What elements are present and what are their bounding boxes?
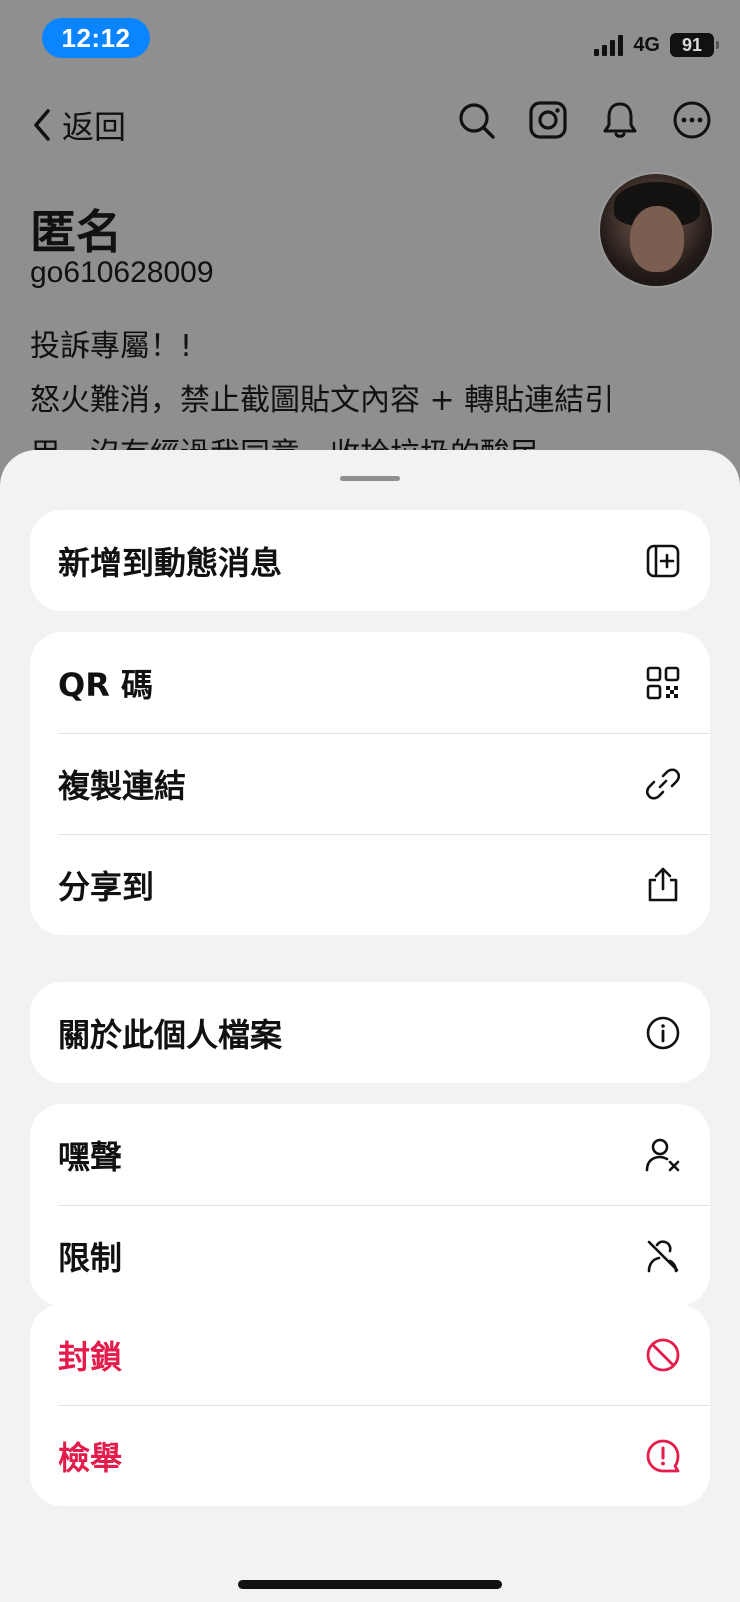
qr-code-button[interactable]: QR 碼 xyxy=(30,632,710,733)
share-icon xyxy=(644,866,682,904)
status-indicators: 4G 91 xyxy=(594,30,719,60)
block-icon xyxy=(644,1336,682,1374)
mute-user-icon xyxy=(644,1136,682,1174)
sheet-group-danger: 封鎖 檢舉 xyxy=(30,1304,710,1506)
sheet-group-about: 關於此個人檔案 xyxy=(30,982,710,1083)
back-button[interactable]: 返回 xyxy=(30,102,126,148)
more-icon[interactable] xyxy=(672,100,712,140)
home-indicator[interactable] xyxy=(238,1580,502,1589)
share-to-button[interactable]: 分享到 xyxy=(30,834,710,935)
row-label: 限制 xyxy=(58,1238,123,1277)
block-button[interactable]: 封鎖 xyxy=(30,1304,710,1405)
battery-level: 91 xyxy=(681,34,703,55)
restrict-button[interactable]: 限制 xyxy=(30,1205,710,1306)
add-feed-icon xyxy=(644,542,682,580)
nav-bar: 返回 xyxy=(0,96,740,156)
sheet-group-share: QR 碼 複製連結 分享到 xyxy=(30,632,710,935)
row-label: 分享到 xyxy=(58,867,155,906)
qr-code-icon xyxy=(644,664,682,702)
status-time: 12:12 xyxy=(42,18,150,58)
link-icon xyxy=(644,765,682,803)
profile-handle: go610628009 xyxy=(30,256,214,289)
sheet-group-moderation: 嘿聲 限制 xyxy=(30,1104,710,1306)
sheet-grabber[interactable] xyxy=(340,476,400,481)
report-icon xyxy=(644,1437,682,1475)
status-bar: 12:12 4G 91 xyxy=(0,0,740,80)
row-label: 複製連結 xyxy=(58,766,187,805)
row-label: 關於此個人檔案 xyxy=(58,1015,283,1054)
bio-line: 投訴專屬！! xyxy=(30,329,193,364)
add-to-feed-button[interactable]: 新增到動態消息 xyxy=(30,510,710,611)
action-sheet: 新增到動態消息 QR 碼 複製連結 分享到 關於此個人檔案 嘿聲 限制 封鎖 檢… xyxy=(0,450,740,1602)
bell-icon[interactable] xyxy=(600,100,640,140)
row-label: 封鎖 xyxy=(58,1337,123,1376)
search-icon[interactable] xyxy=(456,100,496,140)
battery-icon: 91 xyxy=(670,33,719,57)
network-type: 4G xyxy=(633,33,660,56)
instagram-icon[interactable] xyxy=(528,100,568,140)
chevron-left-icon xyxy=(34,109,50,141)
sheet-group-feed: 新增到動態消息 xyxy=(30,510,710,611)
back-label: 返回 xyxy=(62,108,127,146)
row-label: QR 碼 xyxy=(58,665,153,704)
copy-link-button[interactable]: 複製連結 xyxy=(30,733,710,834)
profile-name: 匿名 xyxy=(30,205,122,259)
row-label: 新增到動態消息 xyxy=(58,543,283,582)
about-profile-button[interactable]: 關於此個人檔案 xyxy=(30,982,710,1083)
mute-button[interactable]: 嘿聲 xyxy=(30,1104,710,1205)
row-label: 檢舉 xyxy=(58,1438,123,1477)
signal-icon xyxy=(594,34,624,56)
info-icon xyxy=(644,1014,682,1052)
bio-line: 怒火難消，禁止截圖貼文內容 + 轉貼連結引 xyxy=(30,383,615,418)
report-button[interactable]: 檢舉 xyxy=(30,1405,710,1506)
row-label: 嘿聲 xyxy=(58,1137,123,1176)
restrict-icon xyxy=(644,1237,682,1275)
avatar[interactable] xyxy=(598,172,714,288)
